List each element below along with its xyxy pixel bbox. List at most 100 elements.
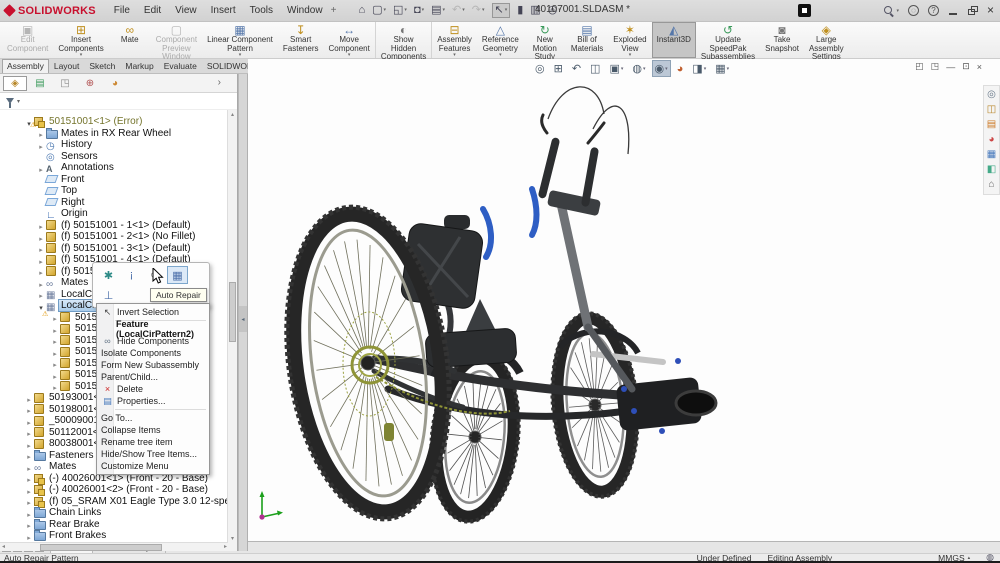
tree-item[interactable]: ⚠ History [0,139,237,151]
tree-item[interactable]: ⚠ Annotations [0,162,237,174]
mate-button[interactable]: ∞ Mate ▾ [109,22,151,58]
scroll-up-icon[interactable]: ▴ [228,111,237,118]
panel-splitter[interactable]: ◂ [238,74,248,551]
context-menu-item[interactable]: Hide/Show Tree Items... [97,448,209,460]
expander-icon[interactable] [36,159,46,177]
save-icon[interactable]: ◘ ▾ [414,5,424,16]
print-icon[interactable]: ▤ ▾ [431,5,445,16]
display-style-icon[interactable]: ◍ ▾ [630,61,647,76]
context-menu-item[interactable]: Customize Menu [97,460,209,472]
home-icon[interactable]: ⌂ [988,179,994,191]
configurationmanager-tab[interactable]: ◳ [53,76,77,91]
menu-item[interactable]: Insert [211,5,236,16]
filter-caret-icon[interactable]: ▾ [17,98,20,105]
component-preview-window-button[interactable]: ▢ Component Preview Window ▾ [151,22,202,61]
tree-item[interactable]: ⚠ (-) 40026001<2> (Front - 20 - Base) [0,484,237,497]
context-menu-item[interactable]: Isolate Components [97,347,209,359]
context-menu-item[interactable]: Parent/Child... [97,371,209,383]
propertymanager-tab[interactable]: ▤ [28,76,52,91]
custom-properties-icon[interactable]: ▦ [987,149,996,161]
comment-icon[interactable]: ¡ [122,267,141,283]
solidworks-resources-icon[interactable]: ◎ [987,89,996,101]
command-tab[interactable]: Layout [49,59,85,73]
apply-scene-icon[interactable]: ◨ ▾ [690,61,708,76]
touch-mode-icon[interactable]: ▮ ▾ [517,5,523,16]
previous-view-icon[interactable]: ↶ ▾ [570,61,583,76]
command-tab[interactable]: Markup [120,59,158,73]
tree-item[interactable]: ⚠ Front Brakes [0,530,237,542]
panel-flyout-icon[interactable]: › [218,77,221,88]
redo-icon[interactable]: ↷ ▾ [472,5,485,16]
instant3d-button[interactable]: ◭ Instant3D ▾ [651,22,696,58]
dimxpertmanager-tab[interactable]: ⊕ [78,76,102,91]
exploded-view-button[interactable]: ✶ Exploded View ▾ [608,22,651,58]
graphics-viewport[interactable]: ◎ ▾ ⊞ ▾ ↶ ▾ ◫ ▾ [248,59,1000,541]
context-menu-item[interactable]: Feature (LocalCirPattern2) [97,319,209,339]
tree-item[interactable]: ⚠ Top [0,185,237,197]
open-icon[interactable]: ◱ ▾ [393,5,407,16]
expander-icon[interactable] [24,527,34,542]
units-indicator[interactable]: MMGS [938,553,964,563]
units-caret-icon[interactable]: ▴ [968,555,971,561]
close-icon[interactable]: × [987,4,994,16]
scrollbar-thumb[interactable] [40,543,162,551]
move-component-button[interactable]: ↔ Move Component ▾ [323,22,376,58]
context-menu-item[interactable]: Rename tree item [97,436,209,448]
assembly-model-3d[interactable] [248,59,1000,541]
tree-item[interactable]: ⚠ Right [0,197,237,209]
pane-split-icon[interactable]: ◰ [915,61,924,72]
zoom-area-icon[interactable]: ⊞ ▾ [552,61,565,76]
tree-item[interactable]: ⚠ Chain Links [0,507,237,519]
assembly-features-button[interactable]: ⊟ Assembly Features ▾ [432,22,477,58]
context-menu-item[interactable]: ∞ Hide Components [97,335,209,347]
edit-feature-icon[interactable]: ✱ [99,267,118,283]
login-icon[interactable]: ◌ [907,5,919,16]
design-library-icon[interactable]: ◫ [987,104,996,116]
select-icon[interactable]: ↖ ▾ [491,3,511,18]
section-view-icon[interactable]: ◫ ▾ [588,61,602,76]
displaymanager-tab[interactable]: ◕ [103,76,127,91]
tree-item[interactable]: ⚠ (f) 05_SRAM X01 Eagle Type 3.0 12-spee… [0,496,237,508]
filter-icon[interactable] [6,98,14,108]
home-icon[interactable]: ⌂ ▾ [358,5,365,16]
featuremanager-tab[interactable]: ◈ [3,75,27,91]
file-explorer-icon[interactable]: ▤ [987,119,996,131]
menu-item[interactable]: File [114,5,130,16]
update-speedpak-button[interactable]: ↺ Update SpeedPak Subassemblies ▾ [696,22,760,61]
large-assembly-settings-button[interactable]: ◈ Large Assembly Settings ▾ [804,22,849,61]
view-settings-icon[interactable]: ▦ ▾ [713,61,731,76]
tree-horizontal-scrollbar[interactable]: ◂ ▸ [0,541,237,551]
pin-menu-icon[interactable]: + [331,5,337,16]
fix-icon[interactable]: ⊥ [99,287,118,303]
command-tab[interactable]: Evaluate [159,59,202,73]
menu-item[interactable]: Edit [144,5,161,16]
doc-minimize-icon[interactable]: — [946,62,955,72]
insert-components-button[interactable]: ⊞ Insert Components ▾ [53,22,108,58]
menu-item[interactable]: Window [287,5,323,16]
search-box[interactable]: ▾ [820,3,899,18]
scroll-down-icon[interactable]: ▾ [228,535,237,542]
context-menu-item[interactable]: × Delete [97,383,209,395]
linear-component-pattern-button[interactable]: ▦ Linear Component Pattern ▾ [202,22,278,58]
edit-component-button[interactable]: ▣ Edit Component ▾ [2,22,53,58]
pane-full-icon[interactable]: ◳ [931,61,940,72]
scroll-right-icon[interactable]: ▸ [224,543,227,551]
appearances-icon[interactable]: ◕ [988,134,994,146]
command-tab[interactable]: Sketch [84,59,120,73]
context-menu-item[interactable]: ▤ Properties... [97,395,209,407]
scrollbar-thumb[interactable] [229,282,236,342]
scroll-left-icon[interactable]: ◂ [2,543,5,551]
context-menu-item[interactable]: Form New Subassembly [97,359,209,371]
context-menu-item[interactable]: Collapse Items [97,424,209,436]
new-motion-study-button[interactable]: ↻ New Motion Study ▾ [524,22,566,61]
status-options-icon[interactable]: ◍ [986,552,994,563]
undo-icon[interactable]: ↶ ▾ [452,5,465,16]
auto-repair-icon[interactable]: ▦ [167,266,188,284]
tree-item[interactable]: ⚠ Rear Brake [0,518,237,531]
new-document-icon[interactable]: ▢ ▾ [372,5,386,16]
forum-icon[interactable]: ◧ [987,164,996,176]
show-hidden-components-button[interactable]: ◐ Show Hidden Components ▾ [376,22,433,61]
splitter-handle-icon[interactable]: ◂ [239,306,247,332]
edit-appearance-icon[interactable]: ◕ ▾ [675,62,686,76]
context-menu-item[interactable]: ↖ Invert Selection [97,306,209,318]
